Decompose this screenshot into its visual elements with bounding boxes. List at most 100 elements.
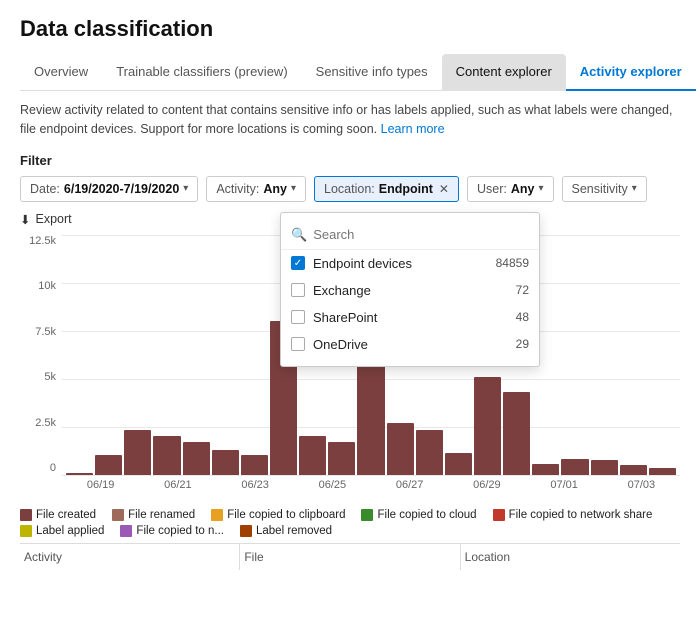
location-value: Endpoint <box>379 182 433 196</box>
legend-label-5: Label applied <box>36 525 104 537</box>
dropdown-item-onedrive[interactable]: OneDrive 29 <box>281 331 539 358</box>
y-label-5k: 5k <box>20 371 56 383</box>
tab-trainable[interactable]: Trainable classifiers (preview) <box>102 54 301 91</box>
legend-item-6: File copied to n... <box>120 525 224 537</box>
bar-4 <box>183 442 210 475</box>
footer-row: Activity File Location <box>20 543 680 570</box>
bar-9 <box>328 442 355 475</box>
bar-2 <box>124 430 151 474</box>
bar-group-18 <box>591 235 618 475</box>
activity-filter[interactable]: Activity: Any ▾ <box>206 176 306 202</box>
bar-group-4 <box>183 235 210 475</box>
user-chevron-icon: ▾ <box>538 183 543 194</box>
legend-item-5: Label applied <box>20 525 104 537</box>
onedrive-checkbox[interactable] <box>291 337 305 351</box>
x-label-0623: 06/23 <box>241 479 269 491</box>
x-label-0629: 06/29 <box>473 479 501 491</box>
legend-label-7: Label removed <box>256 525 332 537</box>
tab-sensitive[interactable]: Sensitive info types <box>302 54 442 91</box>
date-filter[interactable]: Date: 6/19/2020-7/19/2020 ▾ <box>20 176 198 202</box>
bar-5 <box>212 450 239 475</box>
learn-more-link[interactable]: Learn more <box>381 122 445 136</box>
user-filter[interactable]: User: Any ▾ <box>467 176 554 202</box>
location-filter[interactable]: Location: Endpoint ✕ <box>314 176 459 202</box>
tab-activity[interactable]: Activity explorer <box>566 54 696 91</box>
tab-overview[interactable]: Overview <box>20 54 102 91</box>
x-label-0703: 07/03 <box>628 479 656 491</box>
activity-key: Activity: <box>216 182 259 196</box>
legend-dot-4 <box>493 509 505 521</box>
y-label-75k: 7.5k <box>20 326 56 338</box>
legend-dot-6 <box>120 525 132 537</box>
y-label-125k: 12.5k <box>20 235 56 247</box>
legend-label-2: File copied to clipboard <box>227 509 345 521</box>
x-label-0619: 06/19 <box>87 479 115 491</box>
nav-tabs: Overview Trainable classifiers (preview)… <box>20 54 680 91</box>
bar-group-20 <box>649 235 676 475</box>
x-label-0627: 06/27 <box>396 479 424 491</box>
bar-20 <box>649 468 676 475</box>
footer-location: Location <box>461 544 680 570</box>
bar-8 <box>299 436 326 474</box>
endpoint-checkbox[interactable] <box>291 256 305 270</box>
y-label-10k: 10k <box>20 280 56 292</box>
sharepoint-checkbox[interactable] <box>291 310 305 324</box>
search-icon: 🔍 <box>291 227 307 243</box>
bar-group-17 <box>561 235 588 475</box>
onedrive-count: 29 <box>516 337 529 351</box>
bar-14 <box>474 377 501 475</box>
activity-chevron-icon: ▾ <box>291 183 296 194</box>
bar-13 <box>445 453 472 474</box>
date-chevron-icon: ▾ <box>183 183 188 194</box>
legend-label-0: File created <box>36 509 96 521</box>
footer-activity: Activity <box>20 544 240 570</box>
legend-item-3: File copied to cloud <box>361 509 476 521</box>
sensitivity-key: Sensitivity <box>572 182 628 196</box>
filter-bar: Date: 6/19/2020-7/19/2020 ▾ Activity: An… <box>20 176 680 202</box>
bar-16 <box>532 464 559 475</box>
x-label-0621: 06/21 <box>164 479 192 491</box>
tab-content[interactable]: Content explorer <box>442 54 566 91</box>
bar-6 <box>241 455 268 474</box>
bar-group-5 <box>212 235 239 475</box>
sensitivity-chevron-icon: ▾ <box>632 183 637 194</box>
y-label-25k: 2.5k <box>20 417 56 429</box>
footer-file: File <box>240 544 460 570</box>
bar-group-0 <box>66 235 93 475</box>
bar-group-1 <box>95 235 122 475</box>
legend-label-6: File copied to n... <box>136 525 224 537</box>
sensitivity-filter[interactable]: Sensitivity ▾ <box>562 176 647 202</box>
legend-label-4: File copied to network share <box>509 509 653 521</box>
legend-area: File created File renamed File copied to c… <box>20 509 680 537</box>
legend-label-1: File renamed <box>128 509 195 521</box>
location-close-icon[interactable]: ✕ <box>439 182 449 196</box>
chart-x-labels: 06/19 06/21 06/23 06/25 06/27 06/29 07/0… <box>62 479 680 491</box>
chart-y-labels: 12.5k 10k 7.5k 5k 2.5k 0 <box>20 235 62 475</box>
endpoint-label: Endpoint devices <box>313 256 488 271</box>
y-label-0: 0 <box>20 462 56 474</box>
dropdown-item-endpoint[interactable]: Endpoint devices 84859 <box>281 250 539 277</box>
legend-dot-1 <box>112 509 124 521</box>
user-key: User: <box>477 182 507 196</box>
dropdown-search-input[interactable] <box>313 227 529 242</box>
bar-19 <box>620 465 647 475</box>
dropdown-item-exchange[interactable]: Exchange 72 <box>281 277 539 304</box>
legend-dot-2 <box>211 509 223 521</box>
bar-0 <box>66 473 93 475</box>
export-icon: ⬇ <box>20 212 30 227</box>
dropdown-search-container: 🔍 <box>281 221 539 250</box>
date-key: Date: <box>30 182 60 196</box>
description-text: Review activity related to content that … <box>20 101 680 139</box>
legend-item-4: File copied to network share <box>493 509 653 521</box>
exchange-checkbox[interactable] <box>291 283 305 297</box>
dropdown-item-sharepoint[interactable]: SharePoint 48 <box>281 304 539 331</box>
bar-18 <box>591 460 618 474</box>
bar-15 <box>503 392 530 475</box>
endpoint-count: 84859 <box>496 256 529 270</box>
sharepoint-label: SharePoint <box>313 310 508 325</box>
bar-group-6 <box>241 235 268 475</box>
exchange-count: 72 <box>516 283 529 297</box>
bar-3 <box>153 436 180 474</box>
location-key: Location: <box>324 182 375 196</box>
filter-label: Filter <box>20 153 680 168</box>
